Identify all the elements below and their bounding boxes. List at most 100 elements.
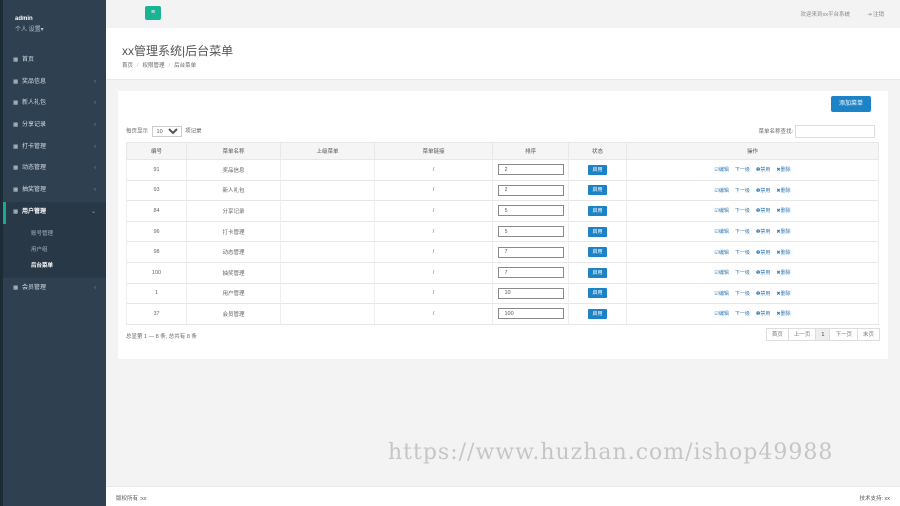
sort-order-input[interactable]	[497, 267, 564, 279]
breadcrumb-home[interactable]: 首页	[122, 63, 133, 69]
pager-next[interactable]: 下一页	[829, 328, 858, 341]
edit-link[interactable]: ☑编辑	[714, 208, 728, 214]
chevron-left-icon: ‹	[94, 122, 96, 129]
cell-link: /	[374, 220, 493, 242]
sidebar-item-label: 动态管理	[22, 165, 47, 172]
delete-link[interactable]: ✖删除	[776, 167, 790, 173]
disable-link[interactable]: ❶禁用	[756, 229, 770, 235]
edit-link[interactable]: ☑编辑	[714, 311, 728, 317]
disable-link[interactable]: ❶禁用	[756, 208, 770, 214]
next-level-link[interactable]: 下一级	[735, 188, 750, 194]
next-level-link[interactable]: 下一级	[735, 250, 750, 256]
column-header-id[interactable]: 编号	[126, 142, 187, 160]
cell-parent	[280, 282, 375, 304]
sidebar-item-label: 打卡管理	[22, 143, 47, 150]
next-level-link[interactable]: 下一级	[735, 167, 750, 173]
submenu-item-user-groups[interactable]: 用户组	[3, 242, 106, 258]
edit-link[interactable]: ☑编辑	[714, 291, 728, 297]
next-level-link[interactable]: 下一级	[735, 291, 750, 297]
disable-link[interactable]: ❶禁用	[756, 270, 770, 276]
users-submenu-wrapper: 账号管理 用户组 后台菜单	[3, 223, 106, 278]
sidebar-item-prizes[interactable]: ▦ 奖品信息 ‹	[3, 72, 106, 94]
edit-link[interactable]: ☑编辑	[714, 270, 728, 276]
breadcrumb-current: 后台菜单	[174, 63, 197, 69]
edit-link[interactable]: ☑编辑	[714, 229, 728, 235]
column-header-sort[interactable]: 排序	[492, 142, 569, 160]
table-row: 37会员管理 / 启用 ☑编辑 下一级 ❶禁用 ✖删除	[126, 303, 879, 325]
sidebar-item-home[interactable]: ▦ 首页	[3, 50, 106, 72]
next-level-link[interactable]: 下一级	[735, 311, 750, 317]
delete-link[interactable]: ✖删除	[776, 311, 790, 317]
sort-order-input[interactable]	[497, 205, 564, 217]
disable-link[interactable]: ❶禁用	[756, 311, 770, 317]
sidebar-item-label: 首页	[22, 57, 35, 63]
sort-order-input[interactable]	[497, 184, 564, 196]
sidebar-item-members[interactable]: ▦ 会员管理 ‹	[3, 278, 106, 300]
delete-link[interactable]: ✖删除	[776, 188, 790, 194]
disable-link[interactable]: ❶禁用	[756, 291, 770, 297]
sidebar-item-checkin[interactable]: ▦ 打卡管理 ‹	[3, 137, 106, 159]
status-enabled-button[interactable]: 启用	[588, 267, 607, 278]
cell-parent	[280, 220, 375, 242]
chevron-left-icon: ‹	[94, 284, 96, 291]
column-header-link[interactable]: 菜单链接	[374, 142, 493, 160]
pager-last[interactable]: 末页	[856, 328, 880, 341]
sort-order-input[interactable]	[497, 226, 564, 238]
delete-link[interactable]: ✖删除	[776, 270, 790, 276]
chevron-left-icon: ‹	[94, 187, 96, 194]
next-level-link[interactable]: 下一级	[735, 208, 750, 214]
pager-prev[interactable]: 上一页	[787, 328, 817, 341]
sort-order-input[interactable]	[497, 287, 564, 299]
status-enabled-button[interactable]: 启用	[588, 205, 607, 216]
cell-id: 93	[126, 179, 187, 201]
status-enabled-button[interactable]: 启用	[588, 288, 607, 299]
delete-link[interactable]: ✖删除	[776, 250, 790, 256]
status-enabled-button[interactable]: 启用	[588, 247, 607, 258]
status-enabled-button[interactable]: 启用	[588, 164, 607, 175]
breadcrumb-permissions[interactable]: 权限管理	[143, 63, 165, 69]
breadcrumb: 首页 / 权限管理 / 后台菜单	[122, 61, 196, 69]
status-enabled-button[interactable]: 启用	[588, 308, 607, 319]
pager-first[interactable]: 首页	[765, 328, 789, 341]
delete-link[interactable]: ✖删除	[776, 208, 790, 214]
status-enabled-button[interactable]: 启用	[588, 226, 607, 237]
column-header-status[interactable]: 状态	[568, 142, 627, 160]
edit-link[interactable]: ☑编辑	[714, 167, 728, 173]
delete-link[interactable]: ✖删除	[776, 291, 790, 297]
sidebar-item-posts[interactable]: ▦ 动态管理 ‹	[3, 158, 106, 180]
column-header-parent[interactable]: 上级菜单	[280, 142, 375, 160]
edit-link[interactable]: ☑编辑	[714, 188, 728, 194]
cell-parent	[280, 241, 375, 263]
submenu-item-accounts[interactable]: 账号管理	[3, 226, 106, 242]
user-settings-dropdown[interactable]: 个人 设置▾	[15, 24, 94, 33]
menu-toggle-button[interactable]: ≡	[145, 6, 161, 20]
column-header-name[interactable]: 菜单名称	[186, 142, 281, 160]
sort-order-input[interactable]	[497, 308, 564, 320]
search-input[interactable]	[795, 125, 875, 138]
sidebar-item-users[interactable]: ▦ 用户管理 ⌄	[3, 201, 106, 224]
cell-name: 打卡管理	[186, 220, 281, 242]
chevron-left-icon: ‹	[94, 165, 96, 172]
status-enabled-button[interactable]: 启用	[588, 185, 607, 196]
sort-order-input[interactable]	[497, 246, 564, 258]
page-length-select[interactable]: 10	[151, 126, 182, 137]
edit-link[interactable]: ☑编辑	[714, 250, 728, 256]
logout-link[interactable]: ⇥ 注销	[867, 10, 884, 18]
delete-link[interactable]: ✖删除	[776, 229, 790, 235]
pager-page-1[interactable]: 1	[815, 328, 831, 341]
sidebar-item-lottery[interactable]: ▦ 抽奖管理 ‹	[3, 180, 106, 202]
sort-order-input[interactable]	[497, 164, 564, 176]
next-level-link[interactable]: 下一级	[735, 270, 750, 276]
grid-icon: ▦	[13, 57, 19, 63]
disable-link[interactable]: ❶禁用	[756, 188, 770, 194]
disable-link[interactable]: ❶禁用	[756, 250, 770, 256]
disable-link[interactable]: ❶禁用	[756, 167, 770, 173]
next-level-link[interactable]: 下一级	[735, 229, 750, 235]
sidebar-item-newcomer-gift[interactable]: ▦ 新人礼包 ‹	[3, 93, 106, 115]
top-navbar: ≡ 欢迎来到xx平台系统 ⇥ 注销	[106, 0, 900, 28]
sidebar-item-label: 新人礼包	[22, 100, 47, 107]
add-menu-button[interactable]: 添加菜单	[831, 96, 871, 112]
support-text: 技术支持: xx	[859, 496, 890, 502]
sidebar-item-share-records[interactable]: ▦ 分享记录 ‹	[3, 115, 106, 137]
submenu-item-admin-menu[interactable]: 后台菜单	[3, 258, 106, 274]
